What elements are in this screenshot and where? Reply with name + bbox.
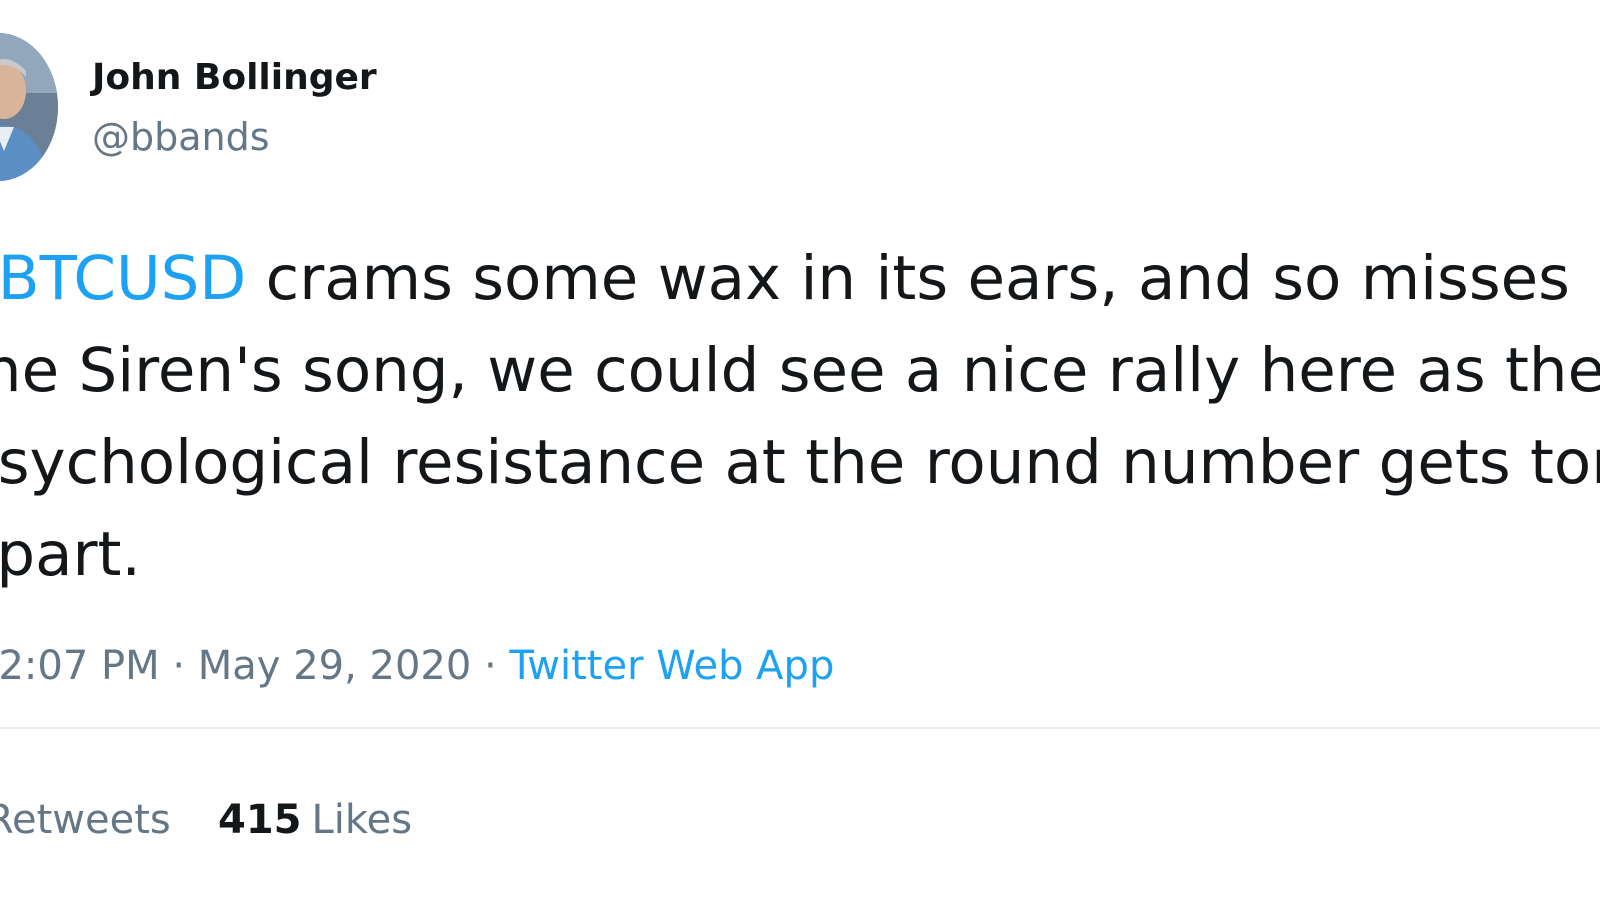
tweet-card: John Bollinger @bbands $BTCUSD crams som…: [0, 0, 1600, 900]
divider: [0, 727, 1600, 729]
tweet-meta: 12:07 PM · May 29, 2020 · Twitter Web Ap…: [0, 643, 834, 689]
likes-count: 415: [218, 797, 302, 843]
avatar[interactable]: [0, 33, 58, 181]
tweet-text-line: apart.: [0, 519, 141, 590]
meta-separator: ·: [471, 643, 510, 689]
meta-separator: ·: [159, 643, 198, 689]
tweet-source-link[interactable]: Twitter Web App: [509, 643, 834, 689]
tweet-text-segment: crams some wax in its ears, and so misse…: [246, 243, 1570, 314]
tweet-text-line: the Siren's song, we could see a nice ra…: [0, 335, 1600, 406]
retweets-label: Retweets: [0, 797, 171, 843]
likes-stat[interactable]: 415 Likes: [218, 797, 412, 843]
tweet-time[interactable]: 12:07 PM: [0, 643, 160, 689]
tweet-date[interactable]: May 29, 2020: [198, 643, 472, 689]
likes-label: Likes: [311, 797, 413, 843]
tweet-text: $BTCUSD crams some wax in its ears, and …: [0, 233, 1600, 601]
cashtag-link[interactable]: $BTCUSD: [0, 243, 246, 314]
author-display-name[interactable]: John Bollinger: [92, 57, 377, 98]
retweets-stat[interactable]: Retweets: [0, 797, 171, 843]
tweet-text-line: psychological resistance at the round nu…: [0, 427, 1600, 498]
tweet-text-line: $BTCUSD crams some wax in its ears, and …: [0, 233, 1600, 325]
author-handle[interactable]: @bbands: [92, 115, 270, 159]
avatar-photo: [0, 33, 58, 181]
